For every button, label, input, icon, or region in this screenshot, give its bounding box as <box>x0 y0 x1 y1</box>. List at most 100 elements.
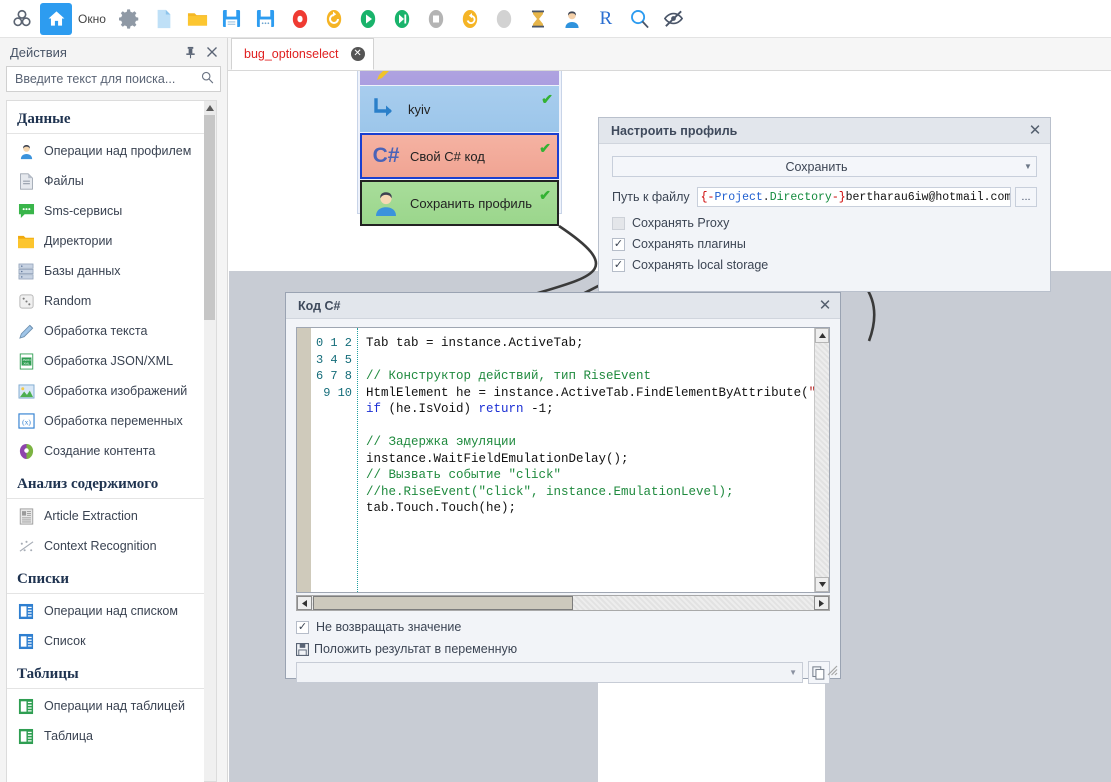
sidebar-item-2-g1[interactable]: Context Recognition <box>7 531 208 561</box>
code-line: //he.RiseEvent("click", instance.Emulati… <box>366 484 734 499</box>
no-return-value-checkbox[interactable]: ✓ <box>296 620 309 634</box>
path-token: -} <box>831 190 846 204</box>
sidebar-item-5-g0[interactable]: Базы данных <box>7 256 208 286</box>
save-localstorage-checkbox[interactable]: ✓ <box>612 258 625 272</box>
dialog-title-bar: Настроить профиль ✕ <box>599 118 1050 144</box>
save-proxy-row[interactable]: Сохранять Proxy <box>612 216 1037 230</box>
r-letter-icon[interactable]: R <box>590 3 622 35</box>
sidebar-search-box[interactable] <box>6 66 221 92</box>
content-icon <box>17 442 35 460</box>
editor-vertical-scrollbar[interactable] <box>814 328 829 592</box>
sidebar-item-3-g0[interactable]: Sms-сервисы <box>7 196 208 226</box>
sidebar-item-label: Операции над таблицей <box>44 699 185 713</box>
user-profile-icon <box>17 142 35 160</box>
code-content[interactable]: Tab tab = instance.ActiveTab; // Констру… <box>358 328 829 592</box>
triangle-right-icon[interactable] <box>814 596 829 610</box>
sidebar-item-9-g0[interactable]: Обработка изображений <box>7 376 208 406</box>
path-token: Directory <box>769 190 832 204</box>
chevron-down-icon[interactable]: ▼ <box>1020 162 1036 171</box>
sidebar-item-6-g0[interactable]: Random <box>7 286 208 316</box>
sidebar-item-7-g0[interactable]: Обработка текста <box>7 316 208 346</box>
sidebar-item-10-g0[interactable]: (x) Обработка переменных <box>7 406 208 436</box>
pin-icon[interactable] <box>181 43 199 61</box>
undo-icon[interactable] <box>454 3 486 35</box>
search-icon[interactable] <box>201 71 214 87</box>
sidebar-scrollbar[interactable] <box>204 100 217 782</box>
check-icon: ✔ <box>541 91 553 107</box>
user-icon[interactable] <box>556 3 588 35</box>
no-return-value-row[interactable]: ✓ Не возвращать значение <box>296 620 830 634</box>
file-icon <box>17 172 35 190</box>
save-plugins-checkbox[interactable]: ✓ <box>612 237 625 251</box>
logo-icon[interactable] <box>6 3 38 35</box>
search-input[interactable] <box>13 71 201 87</box>
scrollbar-thumb[interactable] <box>204 115 215 320</box>
resize-grip-icon[interactable] <box>825 663 838 676</box>
svg-text:(x): (x) <box>22 417 31 426</box>
sidebar-item-label: Обработка JSON/XML <box>44 354 174 368</box>
user-profile-icon <box>362 188 410 218</box>
flow-node-csharp[interactable]: C# Свой C# код ✔ <box>360 133 559 179</box>
sidebar-item-1-g3[interactable]: Операции над таблицей <box>7 691 208 721</box>
triangle-left-icon[interactable] <box>297 596 312 610</box>
list-icon <box>17 632 35 650</box>
search-icon[interactable] <box>624 3 656 35</box>
close-icon[interactable]: ✕ <box>1026 122 1044 140</box>
article-icon <box>17 507 35 525</box>
code-line: HtmlElement he = instance.ActiveTab.Find… <box>366 385 829 400</box>
hourglass-icon[interactable] <box>522 3 554 35</box>
open-folder-icon[interactable] <box>182 3 214 35</box>
sidebar-group-title: Анализ содержимого <box>7 466 208 499</box>
record-icon[interactable] <box>284 3 316 35</box>
browse-button[interactable]: ... <box>1015 187 1037 207</box>
code-line: // Вызвать событие "click" <box>366 468 562 482</box>
triangle-down-icon[interactable] <box>815 577 829 592</box>
hide-eye-icon[interactable] <box>658 3 690 35</box>
flow-node-purple[interactable] <box>360 71 559 85</box>
close-icon[interactable] <box>203 43 221 61</box>
file-path-input[interactable]: {- Project. Directory -} bertharau6iw@hotmai… <box>696 187 1011 207</box>
save-proxy-checkbox[interactable] <box>612 216 625 230</box>
flow-node-kyiv[interactable]: kyiv ✔ <box>360 86 559 132</box>
image-icon <box>17 382 35 400</box>
sidebar-item-label: Sms-сервисы <box>44 204 123 218</box>
home-icon[interactable] <box>40 2 72 35</box>
save-plugins-label: Сохранять плагины <box>632 237 746 251</box>
disabled-icon[interactable] <box>488 3 520 35</box>
tab-bug-optionselect[interactable]: bug_optionselect ✕ <box>231 38 374 70</box>
sidebar-item-11-g0[interactable]: Создание контента <box>7 436 208 466</box>
new-file-icon[interactable] <box>148 3 180 35</box>
save-plugins-row[interactable]: ✓ Сохранять плагины <box>612 237 1037 251</box>
sidebar-item-2-g0[interactable]: Файлы <box>7 166 208 196</box>
sidebar-item-4-g0[interactable]: Директории <box>7 226 208 256</box>
sidebar-item-1-g1[interactable]: Article Extraction <box>7 501 208 531</box>
save-icon[interactable] <box>216 3 248 35</box>
hscrollbar-thumb[interactable] <box>313 596 573 610</box>
save-localstorage-row[interactable]: ✓ Сохранять local storage <box>612 258 1037 272</box>
window-menu-label[interactable]: Окно <box>78 12 106 26</box>
chevron-down-icon[interactable]: ▼ <box>789 668 797 677</box>
reload-icon[interactable] <box>318 3 350 35</box>
flow-node-save-profile[interactable]: Сохранить профиль ✔ <box>360 180 559 226</box>
sidebar-item-1-g0[interactable]: Операции над профилем <box>7 136 208 166</box>
sidebar-item-8-g0[interactable]: JSON XML Обработка JSON/XML <box>7 346 208 376</box>
triangle-up-icon[interactable] <box>815 328 829 343</box>
sidebar-item-1-g2[interactable]: Операции над списком <box>7 596 208 626</box>
dice-icon <box>17 292 35 310</box>
scroll-up-icon[interactable] <box>204 101 216 115</box>
save-as-icon[interactable] <box>250 3 282 35</box>
sidebar-item-2-g2[interactable]: Список <box>7 626 208 656</box>
close-icon[interactable]: ✕ <box>350 47 365 61</box>
play-icon[interactable] <box>352 3 384 35</box>
stop-icon[interactable] <box>420 3 452 35</box>
profile-action-select[interactable]: Сохранить ▼ <box>612 156 1037 177</box>
json-xml-icon: JSON XML <box>17 352 35 370</box>
step-icon[interactable] <box>386 3 418 35</box>
sidebar-item-2-g3[interactable]: Таблица <box>7 721 208 751</box>
close-icon[interactable]: ✕ <box>816 297 834 315</box>
code-editor[interactable]: 0 1 2 3 4 5 6 7 8 9 10 Tab tab = instanc… <box>296 327 830 593</box>
variable-select[interactable]: ▼ <box>296 662 803 683</box>
folder-icon <box>17 232 35 250</box>
settings-gear-icon[interactable] <box>114 3 146 35</box>
editor-horizontal-scrollbar[interactable] <box>296 595 830 611</box>
